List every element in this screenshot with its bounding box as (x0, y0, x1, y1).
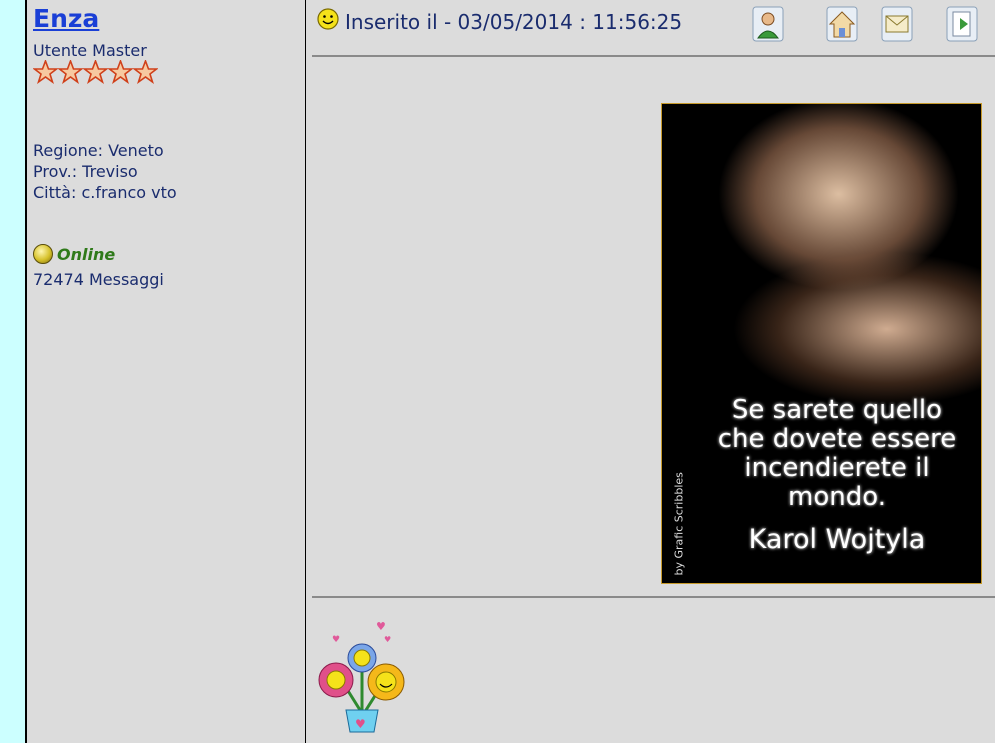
signature-divider (312, 596, 995, 598)
post-header: Inserito il - 03/05/2014 : 11:56:25 (306, 0, 995, 55)
post-panel: Inserito il - 03/05/2014 : 11:56:25 Se s… (306, 0, 995, 743)
image-quote-author: Karol Wojtyla (748, 524, 926, 555)
user-info-panel: Enza Utente Master Regione: Veneto Prov.… (27, 0, 306, 743)
image-quote-text: Se sarete quello che dovete essere incen… (717, 395, 957, 512)
post-timestamp: Inserito il - 03/05/2014 : 11:56:25 (345, 10, 683, 34)
svg-text:♥: ♥ (376, 620, 386, 633)
user-province: Prov.: Treviso (33, 162, 138, 181)
email-icon[interactable] (881, 6, 913, 42)
online-status: Online (33, 244, 115, 264)
quote-image: Se sarete quello che dovete essere incen… (661, 103, 982, 584)
star-icon (58, 60, 83, 84)
message-count: 72474 Messaggi (33, 270, 164, 289)
star-icon (33, 60, 58, 84)
smiley-icon (317, 8, 339, 30)
star-icon (108, 60, 133, 84)
online-status-icon (33, 244, 53, 264)
rank-stars (33, 60, 158, 84)
svg-text:♥: ♥ (332, 635, 340, 645)
image-credit: by Grafic Scribbles (672, 472, 686, 576)
flowers-signature-image: ♥ ♥ ♥ ♥ (318, 620, 405, 733)
star-icon (83, 60, 108, 84)
profile-icon[interactable] (752, 6, 784, 42)
user-rank: Utente Master (33, 41, 147, 60)
username-link[interactable]: Enza (33, 4, 99, 33)
quote-icon[interactable] (946, 6, 978, 42)
online-label: Online (57, 244, 116, 264)
svg-text:♥: ♥ (384, 635, 391, 644)
svg-text:♥: ♥ (355, 717, 366, 731)
home-icon[interactable] (826, 6, 858, 42)
left-margin-strip (0, 0, 27, 743)
user-region: Regione: Veneto (33, 141, 164, 160)
star-icon (133, 60, 158, 84)
portrait-photo (662, 104, 981, 404)
user-city: Città: c.franco vto (33, 183, 177, 202)
post-header-divider (312, 55, 995, 57)
